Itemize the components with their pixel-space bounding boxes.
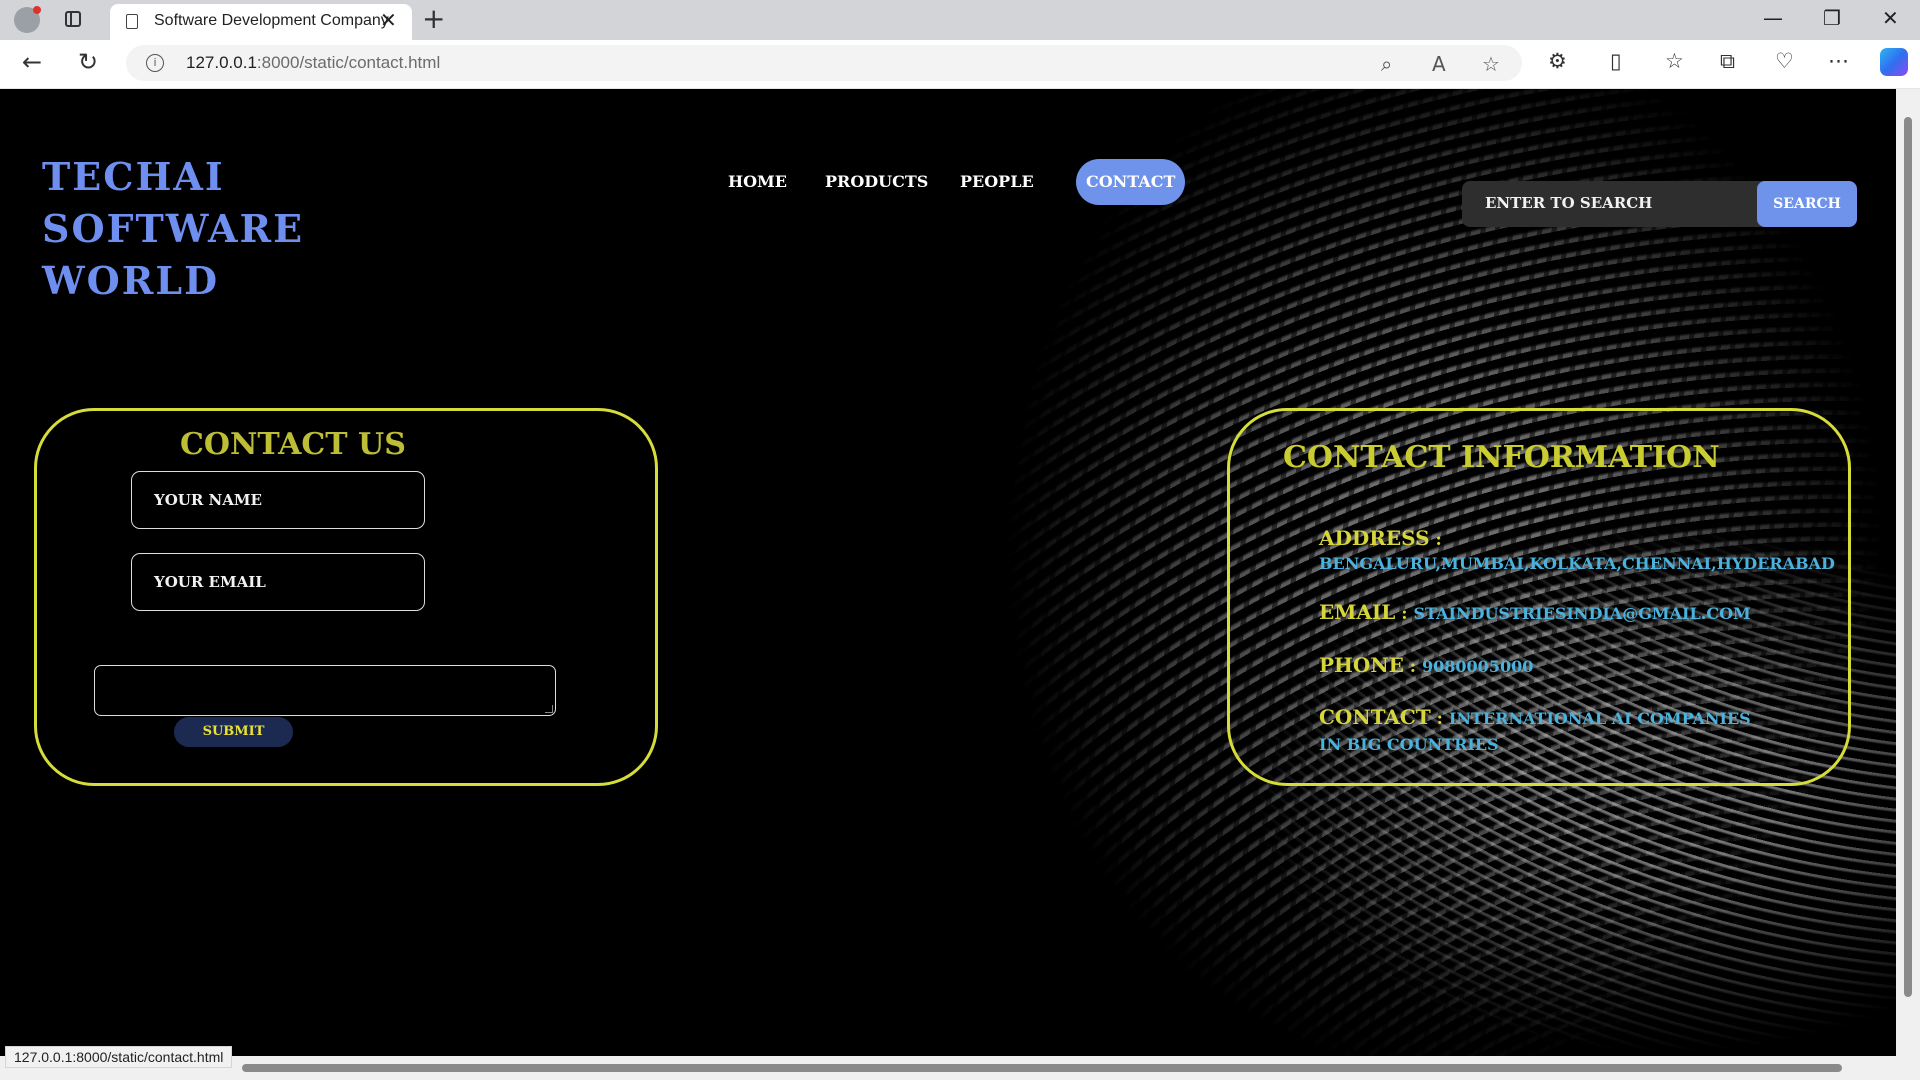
favorite-star-icon[interactable]: ☆ — [1482, 52, 1500, 76]
email-value[interactable]: STAINDUSTRIESINDIA@GMAIL.COM — [1413, 604, 1750, 623]
search-button[interactable]: SEARCH — [1757, 181, 1857, 227]
email-row: EMAIL : STAINDUSTRIESINDIA@GMAIL.COM — [1319, 600, 1751, 624]
name-field[interactable]: YOUR NAME — [131, 471, 425, 529]
new-tab-button[interactable]: + — [422, 2, 445, 35]
email-field[interactable]: YOUR EMAIL — [131, 553, 425, 611]
nav-people[interactable]: PEOPLE — [960, 159, 1034, 205]
restore-icon[interactable]: ❐ — [1823, 6, 1841, 30]
close-window-icon[interactable]: ✕ — [1882, 6, 1899, 30]
extensions-icon[interactable]: ⚙ — [1548, 49, 1567, 73]
browser-essentials-icon[interactable]: ♡ — [1775, 49, 1794, 73]
url-path: :8000/static/contact.html — [256, 53, 441, 72]
nav-home[interactable]: HOME — [728, 159, 787, 205]
vertical-scroll-thumb[interactable] — [1904, 117, 1912, 997]
site-info-icon[interactable]: i — [146, 54, 164, 72]
reload-icon[interactable]: ↻ — [78, 48, 98, 76]
address-label: ADDRESS — [1319, 526, 1430, 550]
address-url[interactable]: 127.0.0.1:8000/static/contact.html — [186, 53, 440, 73]
browser-tab-active[interactable]: Software Development Company ✕ — [110, 4, 412, 40]
zoom-icon[interactable]: ⌕ — [1381, 52, 1392, 76]
address-row: ADDRESS : — [1319, 526, 1442, 550]
message-textarea[interactable] — [94, 665, 556, 716]
phone-value: 9080005000 — [1422, 657, 1534, 676]
horizontal-scroll-thumb[interactable] — [242, 1064, 1842, 1072]
address-bar[interactable]: i 127.0.0.1:8000/static/contact.html ⌕ A… — [126, 45, 1522, 81]
collections-icon[interactable]: ⧉ — [1720, 49, 1735, 74]
back-icon[interactable]: ← — [22, 48, 42, 76]
tab-actions-icon[interactable] — [65, 11, 81, 27]
phone-colon: : — [1403, 657, 1423, 677]
copilot-icon[interactable] — [1880, 48, 1908, 76]
nav-products[interactable]: PRODUCTS — [825, 159, 928, 205]
horizontal-scrollbar[interactable] — [0, 1056, 1920, 1080]
tab-title: Software Development Company — [154, 12, 389, 29]
read-aloud-icon[interactable]: A — [1432, 52, 1446, 76]
url-host: 127.0.0.1 — [186, 53, 257, 72]
phone-row: PHONE : 9080005000 — [1319, 653, 1533, 677]
contact-label: CONTACT — [1319, 705, 1431, 729]
favorites-icon[interactable]: ☆ — [1665, 49, 1684, 73]
phone-label: PHONE — [1319, 653, 1404, 677]
more-options-icon[interactable]: ⋯ — [1828, 49, 1849, 73]
vertical-scrollbar[interactable] — [1896, 89, 1920, 1056]
profile-avatar[interactable] — [14, 6, 41, 33]
address-colon: : — [1429, 530, 1442, 550]
status-bar-url: 127.0.0.1:8000/static/contact.html — [5, 1046, 233, 1068]
minimize-icon[interactable]: — — [1763, 6, 1783, 30]
search-placeholder: ENTER TO SEARCH — [1485, 194, 1653, 212]
email-placeholder: YOUR EMAIL — [154, 573, 266, 591]
page-viewport: TECHAI SOFTWARE WORLD HOME PRODUCTS PEOP… — [5, 89, 1896, 1056]
nav-contact[interactable]: CONTACT — [1076, 159, 1186, 205]
contact-info-title: CONTACT INFORMATION — [1283, 440, 1720, 475]
contact-value-line1: INTERNATIONAL AI COMPANIES — [1448, 709, 1751, 728]
address-value: BENGALURU,MUMBAI,KOLKATA,CHENNAI,HYDERAB… — [1319, 554, 1835, 573]
page-icon — [126, 14, 138, 29]
submit-button[interactable]: SUBMIT — [174, 717, 293, 747]
contact-form-title: CONTACT US — [180, 427, 406, 462]
name-placeholder: YOUR NAME — [154, 491, 262, 509]
search-input[interactable]: ENTER TO SEARCH — [1462, 181, 1782, 227]
contact-row: CONTACT : INTERNATIONAL AI COMPANIES — [1319, 705, 1751, 729]
site-logo[interactable]: TECHAI SOFTWARE WORLD — [42, 151, 482, 307]
tab-close-icon[interactable]: ✕ — [380, 8, 397, 32]
contact-colon: : — [1430, 709, 1449, 729]
contact-value-line2: IN BIG COUNTRIES — [1319, 735, 1499, 754]
browser-title-bar: Software Development Company ✕ + — ❐ ✕ — [0, 0, 1920, 40]
browser-toolbar: ← ↻ i 127.0.0.1:8000/static/contact.html… — [0, 40, 1920, 89]
split-screen-icon[interactable]: ▯ — [1610, 49, 1622, 73]
email-colon: : — [1395, 604, 1414, 624]
email-label: EMAIL — [1319, 600, 1396, 624]
